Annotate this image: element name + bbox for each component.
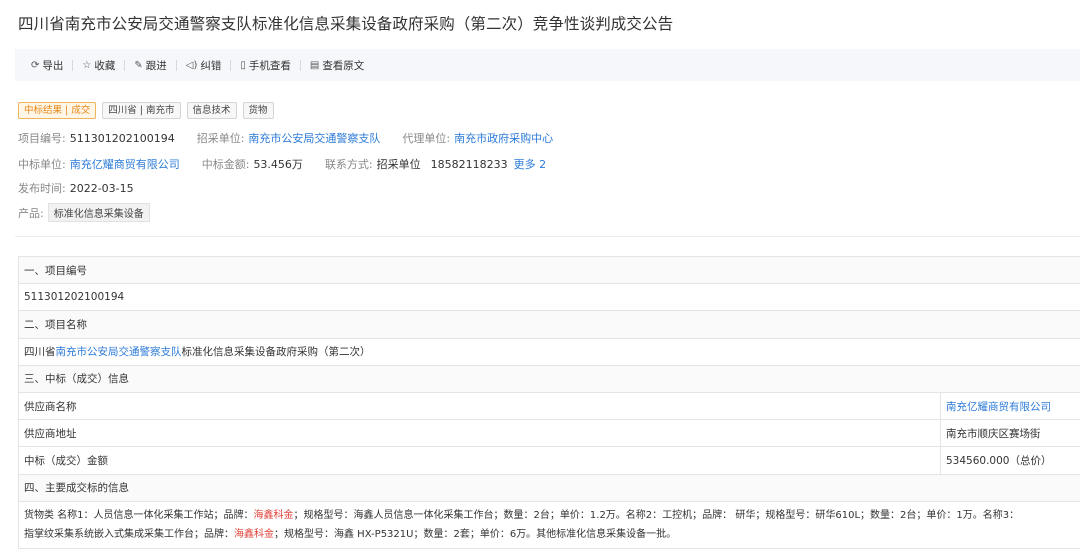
toolbar-divider (175, 59, 177, 71)
amount-label: 中标金额: (201, 158, 250, 171)
star-icon: ☆ (82, 59, 92, 71)
supplier-address-label: 供应商地址 (18, 419, 941, 448)
table-row: 二、项目名称 (18, 310, 1080, 339)
buyer-link[interactable]: 南充市公安局交通警察支队 (248, 130, 380, 146)
product-tag[interactable]: 标准化信息采集设备 (47, 203, 150, 222)
toolbar-divider (72, 59, 74, 71)
result-tag[interactable]: 中标结果 | 成交 (18, 102, 97, 119)
section-heading: 三、中标（成交）信息 (18, 364, 1080, 393)
detail-text: ；规格型号：海鑫人员信息一体化采集工作台；数量：2台；单价：1.2万。名称2：工… (293, 509, 1020, 521)
project-name-link[interactable]: 南充市公安局交通警察支队 (56, 346, 182, 358)
tag-list: 中标结果 | 成交 四川省 | 南充市 信息技术 货物 (18, 102, 274, 119)
document-icon: ▤ (309, 59, 320, 71)
contact-phone: 18582118233 (430, 157, 508, 171)
publish-label: 发布时间: (18, 182, 66, 195)
meta-row-product: 产品: 标准化信息采集设备 (18, 203, 150, 222)
phone-icon: ▯ (240, 59, 246, 71)
favorite-button[interactable]: ☆ 收藏 (82, 58, 115, 73)
view-original-button[interactable]: ▤ 查看原文 (310, 58, 364, 73)
publish-date: 2022-03-15 (69, 181, 134, 195)
table-row: 货物类 名称1：人员信息一体化采集工作站；品牌：海鑫科金；规格型号：海鑫人员信息… (18, 500, 1080, 549)
award-amount-value: 534560.000（总价） (940, 446, 1080, 475)
project-name-prefix: 四川省 (24, 346, 56, 359)
table-row: 四、主要成交标的信息 (18, 473, 1080, 502)
brand-highlight: 海鑫科金 (253, 509, 294, 521)
detail-text: ；规格型号：海鑫 HX-P5321U；数量：2套；单价：6万。其他标准化信息采集… (274, 528, 677, 540)
project-number-cell: 511301202100194 (18, 283, 1080, 312)
industry-tag[interactable]: 信息技术 (186, 102, 237, 119)
detail-text: 货物类 名称1：人员信息一体化采集工作站；品牌： (24, 509, 254, 521)
table-row: 中标（成交）金额 534560.000（总价） (18, 446, 1080, 475)
item-detail-cell: 货物类 名称1：人员信息一体化采集工作站；品牌：海鑫科金；规格型号：海鑫人员信息… (18, 500, 1080, 549)
section-heading: 一、项目编号 (18, 255, 1080, 285)
table-row: 四川省南充市公安局交通警察支队标准化信息采集设备政府采购（第二次） (18, 337, 1080, 366)
meta-row-winner: 中标单位: 南充亿耀商贸有限公司 中标金额: 53.456万 联系方式: 招采单… (18, 156, 546, 172)
brand-highlight: 海鑫科金 (234, 528, 274, 540)
winner-label: 中标单位: (18, 158, 66, 171)
more-contacts-link[interactable]: 更多 2 (514, 156, 547, 172)
project-name-suffix: 标准化信息采集设备政府采购（第二次） (181, 346, 371, 359)
supplier-name-label: 供应商名称 (18, 391, 941, 421)
supplier-address-value: 南充市顺庆区赛场街 (940, 419, 1080, 448)
supplier-name-link[interactable]: 南充亿耀商贸有限公司 (940, 391, 1080, 421)
report-error-label: 纠错 (200, 59, 222, 72)
mobile-view-button[interactable]: ▯ 手机查看 (240, 58, 291, 73)
toolbar: ⟳ 导出 ☆ 收藏 ✎ 跟进 ◁) 纠错 ▯ 手机查看 ▤ 查看原文 (15, 49, 1080, 81)
toolbar-divider (230, 59, 232, 71)
product-label: 产品: (18, 206, 44, 220)
agent-label: 代理单位: (402, 132, 451, 145)
table-row: 511301202100194 (18, 283, 1080, 312)
category-tag[interactable]: 货物 (242, 102, 274, 119)
report-error-button[interactable]: ◁) 纠错 (186, 58, 222, 73)
table-row: 三、中标（成交）信息 (18, 364, 1080, 393)
contact-label: 联系方式: (324, 158, 373, 171)
follow-button[interactable]: ✎ 跟进 (134, 58, 166, 73)
region-tag[interactable]: 四川省 | 南充市 (102, 102, 181, 119)
table-row: 供应商名称 南充亿耀商贸有限公司 (18, 391, 1080, 421)
pen-icon: ✎ (134, 59, 143, 71)
award-amount-label: 中标（成交）金额 (18, 446, 941, 475)
table-row: 供应商地址 南充市顺庆区赛场街 (18, 419, 1080, 448)
project-no-value: 511301202100194 (69, 131, 175, 145)
mobile-view-label: 手机查看 (248, 59, 291, 72)
export-button[interactable]: ⟳ 导出 (31, 58, 63, 73)
toolbar-divider (299, 59, 301, 71)
meta-row-project: 项目编号: 511301202100194 招采单位: 南充市公安局交通警察支队… (18, 130, 553, 146)
toolbar-divider (124, 59, 126, 71)
detail-text: 指掌纹采集系统嵌入式集成采集工作台；品牌： (24, 528, 234, 540)
view-original-label: 查看原文 (322, 59, 365, 72)
meta-row-publish: 发布时间: 2022-03-15 (18, 180, 134, 196)
follow-label: 跟进 (145, 59, 167, 72)
export-label: 导出 (42, 59, 64, 72)
agent-link[interactable]: 南充市政府采购中心 (454, 130, 553, 146)
project-no-label: 项目编号: (18, 132, 66, 145)
table-row: 一、项目编号 (18, 255, 1080, 285)
contact-unit: 招采单位 (376, 158, 421, 171)
section-divider (15, 236, 1080, 237)
project-name-cell: 四川省南充市公安局交通警察支队标准化信息采集设备政府采购（第二次） (18, 337, 1080, 366)
section-heading: 二、项目名称 (18, 310, 1080, 339)
page-title: 四川省南充市公安局交通警察支队标准化信息采集设备政府采购（第二次）竞争性谈判成交… (18, 15, 674, 33)
announcement-table: 一、项目编号 511301202100194 二、项目名称 四川省南充市公安局交… (18, 255, 1080, 549)
favorite-label: 收藏 (94, 59, 116, 72)
winner-link[interactable]: 南充亿耀商贸有限公司 (70, 156, 180, 172)
section-heading: 四、主要成交标的信息 (18, 473, 1080, 502)
export-icon: ⟳ (31, 59, 40, 71)
speaker-icon: ◁) (185, 59, 198, 71)
buyer-label: 招采单位: (196, 132, 245, 145)
amount-value: 53.456万 (253, 158, 303, 171)
